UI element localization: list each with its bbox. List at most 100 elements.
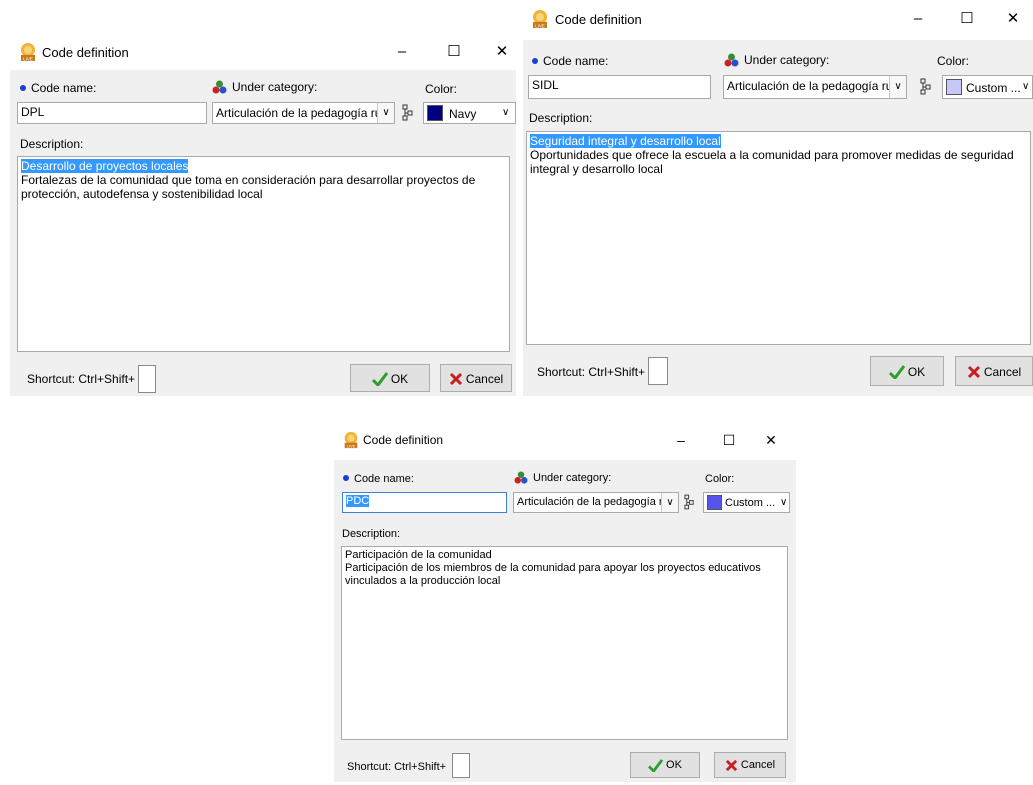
color-swatch — [427, 105, 443, 121]
color-label: Color: — [425, 82, 458, 96]
shortcut-key-field[interactable] — [138, 365, 156, 393]
shortcut-label: Shortcut: Ctrl+Shift+ — [347, 761, 447, 773]
under-category-dropdown[interactable]: Articulación de la pedagogía ru ∨ — [212, 102, 395, 124]
description-title: Participación de la comunidad — [345, 549, 492, 561]
color-dropdown[interactable]: Navy ∨ — [423, 102, 516, 124]
tree-icon[interactable] — [684, 494, 695, 510]
code-name-label: Code name: — [532, 54, 608, 68]
required-dot-icon — [532, 58, 538, 64]
code-name-value: PDC — [346, 495, 370, 507]
tree-icon[interactable] — [402, 104, 414, 121]
shortcut-key-field[interactable] — [648, 357, 668, 385]
close-icon[interactable]: ✕ — [490, 42, 514, 62]
code-definition-dialog-2: LIVE Code definition – ☐ ✕ Code name: SI… — [523, 0, 1033, 396]
ok-button[interactable]: OK — [630, 752, 700, 778]
ok-label: OK — [907, 364, 926, 379]
maximize-icon[interactable]: ☐ — [955, 9, 979, 29]
category-icon — [514, 471, 528, 484]
color-label: Color: — [937, 54, 970, 68]
code-name-label: Code name: — [20, 81, 96, 95]
title-bar: LIVE Code definition – ☐ ✕ — [10, 36, 516, 70]
ok-button[interactable]: OK — [350, 364, 430, 392]
description-label: Description: — [342, 528, 401, 540]
cancel-button[interactable]: Cancel — [955, 356, 1033, 386]
code-name-value: DPL — [21, 105, 45, 119]
color-value: Custom ... — [966, 81, 1021, 95]
under-category-label: Under category: — [724, 53, 829, 67]
description-textarea[interactable]: Desarrollo de proyectos locales Fortalez… — [17, 156, 510, 352]
cancel-label: Cancel — [983, 364, 1022, 379]
under-category-label: Under category: — [212, 80, 317, 94]
minimize-icon[interactable]: – — [906, 9, 930, 29]
code-name-field[interactable]: PDC — [342, 492, 507, 513]
code-definition-dialog-3: LIVE Code definition – ☐ ✕ Code name: PD… — [334, 422, 796, 782]
minimize-icon[interactable]: – — [670, 430, 692, 450]
color-label: Color: — [705, 473, 735, 485]
category-icon — [212, 80, 227, 94]
description-body: Participación de los miembros de la comu… — [345, 562, 764, 587]
close-icon[interactable]: ✕ — [760, 430, 782, 450]
chevron-down-icon[interactable]: ∨ — [502, 107, 509, 118]
shortcut-label: Shortcut: Ctrl+Shift+ — [27, 372, 136, 386]
ok-label: OK — [390, 371, 409, 386]
cancel-button[interactable]: Cancel — [714, 752, 786, 778]
svg-text:LIVE: LIVE — [347, 444, 356, 449]
checkmark-icon — [888, 364, 905, 379]
chevron-down-icon[interactable]: ∨ — [377, 103, 394, 123]
cancel-x-icon — [967, 365, 980, 378]
code-name-label: Code name: — [343, 473, 414, 485]
dialog-title: Code definition — [363, 433, 444, 447]
under-category-value: Articulación de la pedagogía ru — [517, 496, 669, 508]
under-category-dropdown[interactable]: Articulación de la pedagogía ru ∨ — [513, 492, 679, 513]
code-name-value: SIDL — [532, 78, 559, 92]
tree-icon[interactable] — [920, 78, 932, 95]
title-bar: LIVE Code definition – ☐ ✕ — [523, 0, 1033, 40]
cancel-label: Cancel — [465, 371, 504, 386]
description-body: Fortalezas de la comunidad que toma en c… — [21, 173, 479, 201]
under-category-label: Under category: — [514, 471, 611, 484]
maximize-icon[interactable]: ☐ — [718, 430, 740, 450]
under-category-value: Articulación de la pedagogía ru — [727, 79, 893, 93]
description-label: Description: — [20, 137, 84, 151]
close-icon[interactable]: ✕ — [1001, 9, 1025, 29]
chevron-down-icon[interactable]: ∨ — [661, 493, 678, 512]
ok-button[interactable]: OK — [870, 356, 944, 386]
code-definition-dialog-1: LIVE Code definition – ☐ ✕ Code name: DP… — [10, 36, 516, 396]
app-logo-icon: LIVE — [21, 43, 35, 62]
description-textarea[interactable]: Seguridad integral y desarrollo local Op… — [526, 131, 1031, 345]
title-bar: LIVE Code definition – ☐ ✕ — [334, 422, 796, 460]
svg-text:LIVE: LIVE — [535, 24, 545, 29]
under-category-value: Articulación de la pedagogía ru — [216, 106, 382, 120]
code-name-field[interactable]: DPL — [17, 102, 207, 124]
chevron-down-icon[interactable]: ∨ — [889, 76, 906, 98]
dialog-title: Code definition — [555, 12, 642, 27]
code-name-field[interactable]: SIDL — [528, 75, 711, 99]
cancel-label: Cancel — [740, 759, 776, 772]
description-title: Desarrollo de proyectos locales — [21, 159, 189, 173]
description-body: Oportunidades que ofrece la escuela a la… — [530, 148, 1017, 176]
required-dot-icon — [20, 85, 26, 91]
maximize-icon[interactable]: ☐ — [442, 42, 466, 62]
checkmark-icon — [371, 371, 388, 386]
color-value: Navy — [449, 107, 477, 121]
chevron-down-icon[interactable]: ∨ — [780, 497, 787, 508]
chevron-down-icon[interactable]: ∨ — [1022, 81, 1029, 92]
color-dropdown[interactable]: Custom ... ∨ — [703, 492, 790, 513]
ok-label: OK — [666, 759, 682, 772]
cancel-button[interactable]: Cancel — [440, 364, 512, 392]
color-dropdown[interactable]: Custom ... ∨ — [942, 75, 1033, 99]
color-swatch — [707, 495, 722, 510]
category-icon — [724, 53, 739, 67]
cancel-x-icon — [725, 759, 738, 771]
under-category-dropdown[interactable]: Articulación de la pedagogía ru ∨ — [723, 75, 907, 99]
svg-text:LIVE: LIVE — [23, 57, 33, 62]
app-logo-icon: LIVE — [533, 10, 547, 29]
color-swatch — [946, 79, 962, 95]
required-dot-icon — [343, 475, 349, 481]
shortcut-key-field[interactable] — [452, 753, 470, 778]
app-logo-icon: LIVE — [344, 431, 358, 449]
minimize-icon[interactable]: – — [390, 42, 414, 62]
color-value: Custom ... — [725, 497, 776, 509]
cancel-x-icon — [449, 372, 462, 385]
description-textarea[interactable]: Participación de la comunidad Participac… — [341, 546, 788, 740]
